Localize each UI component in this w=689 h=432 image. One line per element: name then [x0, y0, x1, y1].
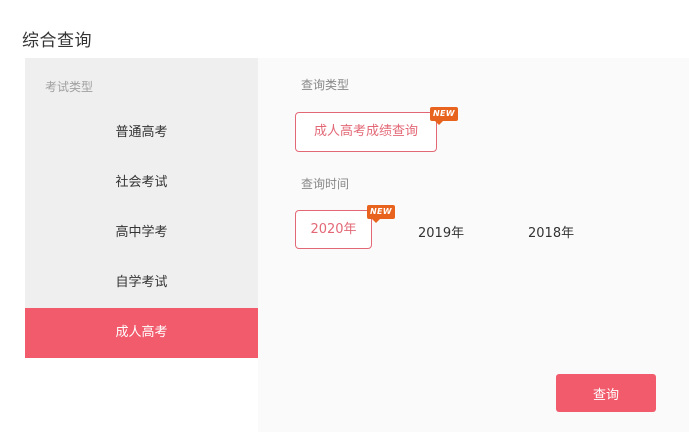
query-type-label: 查询类型 [301, 78, 350, 92]
query-type-option-label: 成人高考成绩查询 [313, 124, 418, 139]
new-badge: NEW [430, 107, 458, 125]
new-badge: NEW [367, 205, 395, 223]
sidebar-header: 考试类型 [45, 80, 94, 94]
sidebar-item-self-study-exam[interactable]: 自学考试 [25, 258, 258, 308]
year-option-2018[interactable]: 2018年 [528, 222, 574, 241]
year-option-2019[interactable]: 2019年 [418, 222, 464, 241]
sidebar-item-high-school-exam[interactable]: 高中学考 [25, 208, 258, 258]
sidebar-item-adult-gaokao[interactable]: 成人高考 [25, 308, 258, 358]
query-panel: 考试类型 普通高考 社会考试 高中学考 自学考试 成人高考 查询类型 成人高考成… [25, 58, 689, 432]
sidebar-item-social-exam[interactable]: 社会考试 [25, 158, 258, 208]
query-type-option-adult-score[interactable]: 成人高考成绩查询 [295, 112, 437, 152]
query-content: 查询类型 成人高考成绩查询 NEW 查询时间 2020年 NEW 2019年 2… [258, 58, 689, 432]
page-title: 综合查询 [22, 31, 92, 51]
year-option-label: 2020年 [310, 222, 357, 237]
year-option-2020[interactable]: 2020年 [295, 210, 372, 249]
query-time-label: 查询时间 [301, 177, 350, 191]
query-button[interactable]: 查询 [556, 374, 656, 412]
sidebar-item-regular-gaokao[interactable]: 普通高考 [25, 108, 258, 158]
exam-type-sidebar: 考试类型 普通高考 社会考试 高中学考 自学考试 成人高考 [25, 58, 258, 358]
